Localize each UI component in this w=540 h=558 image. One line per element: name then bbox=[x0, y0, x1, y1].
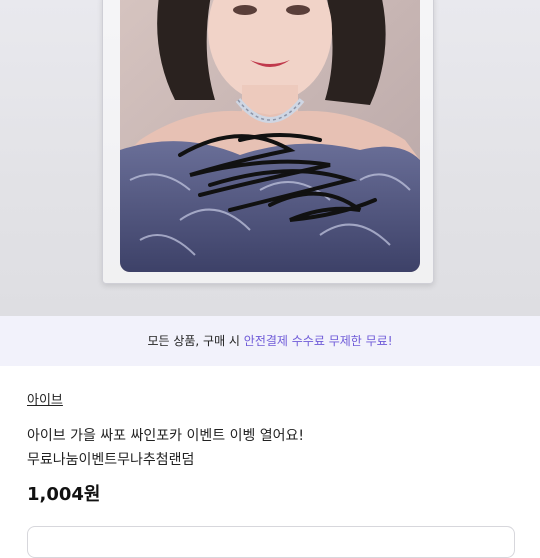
banner-text-highlight: 안전결제 수수료 무제한 무료! bbox=[243, 334, 393, 348]
photocard-image bbox=[120, 0, 420, 272]
store-link[interactable]: 아이브 bbox=[27, 389, 63, 408]
photocard-art bbox=[120, 0, 420, 272]
product-title: 아이브 가을 싸포 싸인포카 이벤트 이벵 열어요! 무료나눔이벤트무나추첨랜덤 bbox=[27, 424, 304, 472]
product-title-line1: 아이브 가을 싸포 싸인포카 이벤트 이벵 열어요! bbox=[27, 428, 305, 444]
bottom-card[interactable] bbox=[27, 526, 515, 558]
product-photo[interactable] bbox=[0, 0, 540, 316]
product-title-line2: 무료나눔이벤트무나추첨랜덤 bbox=[27, 452, 195, 468]
product-price: 1,004원 bbox=[27, 484, 101, 505]
banner-text-prefix: 모든 상품, 구매 시 bbox=[147, 334, 244, 348]
promo-banner[interactable]: 모든 상품, 구매 시 안전결제 수수료 무제한 무료! bbox=[0, 316, 540, 366]
